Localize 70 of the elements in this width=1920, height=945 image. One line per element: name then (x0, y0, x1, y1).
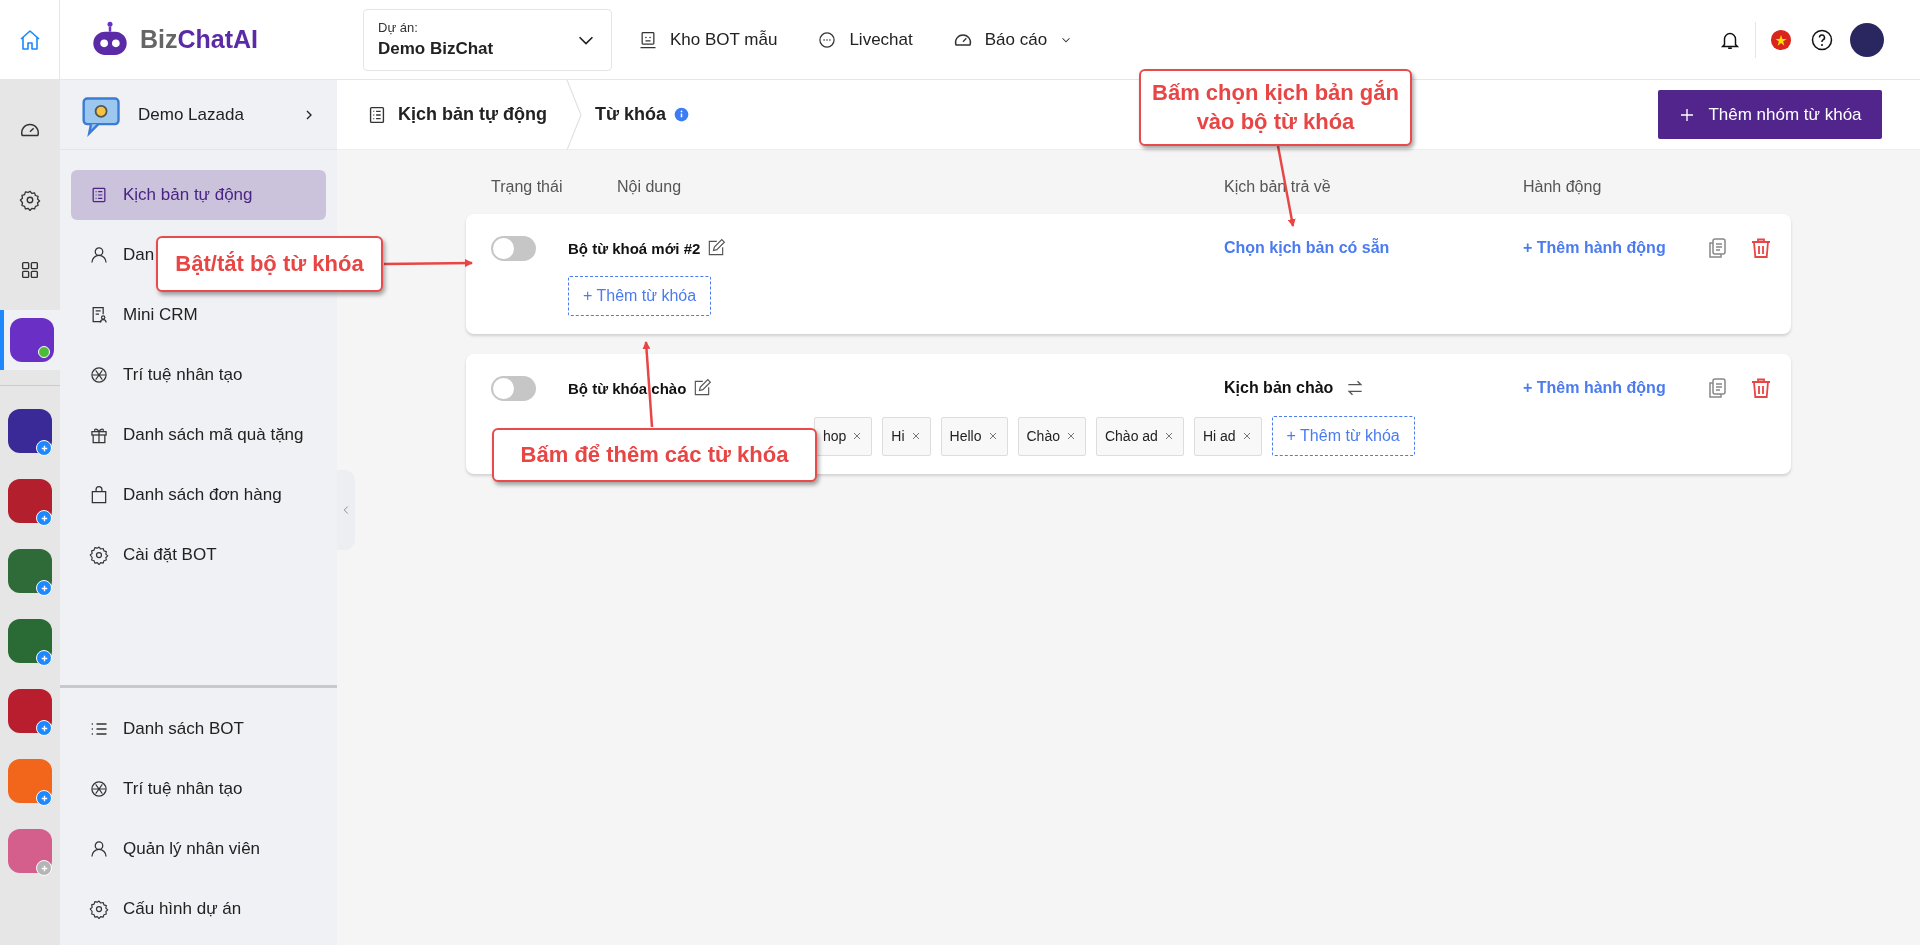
bot-face-icon (638, 29, 658, 50)
add-action-link[interactable]: + Thêm hành động (1523, 374, 1705, 402)
page-title: Từ khóa (595, 104, 667, 125)
callout-label: Bấm để thêm các từ khóa (492, 428, 817, 482)
app-icon[interactable] (8, 619, 52, 663)
callout-label: Bấm chọn kịch bản gắn vào bộ từ khóa (1139, 69, 1412, 146)
sidebar-item[interactable]: Danh sách đơn hàng (71, 470, 282, 520)
nav-link[interactable]: Báo cáo (952, 29, 1074, 50)
nav-link[interactable]: Kho BOT mẫu (638, 29, 778, 50)
bot-name: Demo Lazada (138, 104, 245, 125)
nav-link[interactable]: Livechat (817, 29, 913, 50)
sidebar-item[interactable]: Mini CRM (71, 290, 198, 340)
add-keyword-button[interactable]: + Thêm từ khóa (1271, 416, 1415, 456)
script-name: Kịch bản chào (1224, 379, 1334, 397)
edit-icon[interactable] (692, 378, 713, 398)
keyword-text: Hi ad (1202, 428, 1236, 444)
avatar[interactable] (1850, 22, 1884, 57)
keyword-text: hop (823, 428, 847, 444)
settings-icon (89, 545, 109, 565)
chat-bubble-icon (817, 29, 838, 50)
column-header: Hành động (1523, 178, 1603, 196)
sidebar-item[interactable]: Trí tuệ nhân tạo (71, 759, 326, 819)
keyword-text: Chào ad (1104, 428, 1158, 444)
column-header: Nội dung (617, 178, 683, 196)
settings-icon[interactable] (19, 189, 41, 211)
help-icon[interactable] (1810, 27, 1834, 52)
app-icon[interactable] (10, 318, 54, 362)
sidebar-item[interactable]: Cài đặt BOT (71, 530, 217, 580)
sidebar-item[interactable]: Kịch bản tự động (71, 170, 326, 220)
sidebar-item[interactable]: Danh sách mã quà tặng (71, 410, 304, 460)
keyword-set-name: Bộ từ khoá mới #2 (568, 239, 701, 257)
keyword-set-name: Bộ từ khóa chào (568, 379, 687, 397)
app-icon[interactable] (8, 689, 52, 733)
sidebar-item[interactable]: Cấu hình dự án (71, 879, 326, 939)
column-header: Trạng thái (491, 178, 564, 196)
delete-icon[interactable] (1749, 236, 1773, 260)
delete-icon[interactable] (1749, 376, 1773, 400)
project-dropdown[interactable]: Dự án: Demo BizChat (363, 8, 612, 71)
sidebar-item[interactable]: Quản lý nhân viên (71, 819, 326, 879)
sidebar-item[interactable]: Trí tuệ nhân tạo (71, 350, 243, 400)
toggle-switch[interactable] (491, 236, 536, 261)
add-group-button[interactable]: Thêm nhóm từ khóa (1658, 90, 1882, 139)
settings-icon (89, 899, 109, 919)
toggle-switch[interactable] (491, 376, 536, 401)
app-icon[interactable] (8, 549, 52, 593)
app-icon[interactable] (8, 409, 52, 453)
add-action-link[interactable]: + Thêm hành động (1523, 234, 1705, 262)
keyword-text: Hello (949, 428, 982, 444)
edit-icon[interactable] (706, 238, 727, 258)
grid-icon[interactable] (19, 259, 41, 281)
breadcrumb-link[interactable]: Kịch bản tự động (398, 104, 548, 125)
keyword-text: Chào (1026, 428, 1060, 444)
project-label: Dự án: (378, 20, 419, 35)
callout-label: Bật/tắt bộ từ khóa (156, 236, 383, 292)
logo-text: BizChatAI (140, 25, 259, 54)
column-header: Kịch bản trả về (1224, 178, 1332, 196)
shopping-bag-icon (89, 485, 109, 505)
choose-script-link[interactable]: Chọn kịch bản có sẵn (1224, 239, 1390, 257)
project-value: Demo BizChat (378, 39, 494, 59)
sidebar-item[interactable]: Dan (71, 230, 155, 280)
keyword-text: Hi (891, 428, 905, 444)
user-icon (89, 245, 109, 265)
gift-icon (89, 425, 109, 445)
info-icon[interactable] (674, 107, 690, 122)
flag-icon[interactable] (1770, 28, 1792, 51)
app-icon[interactable] (8, 479, 52, 523)
user-icon (89, 839, 109, 859)
add-keyword-button[interactable]: + Thêm từ khóa (568, 276, 712, 316)
collapse-handle[interactable] (337, 470, 355, 550)
sidebar-item[interactable]: Danh sách BOT (71, 699, 326, 759)
